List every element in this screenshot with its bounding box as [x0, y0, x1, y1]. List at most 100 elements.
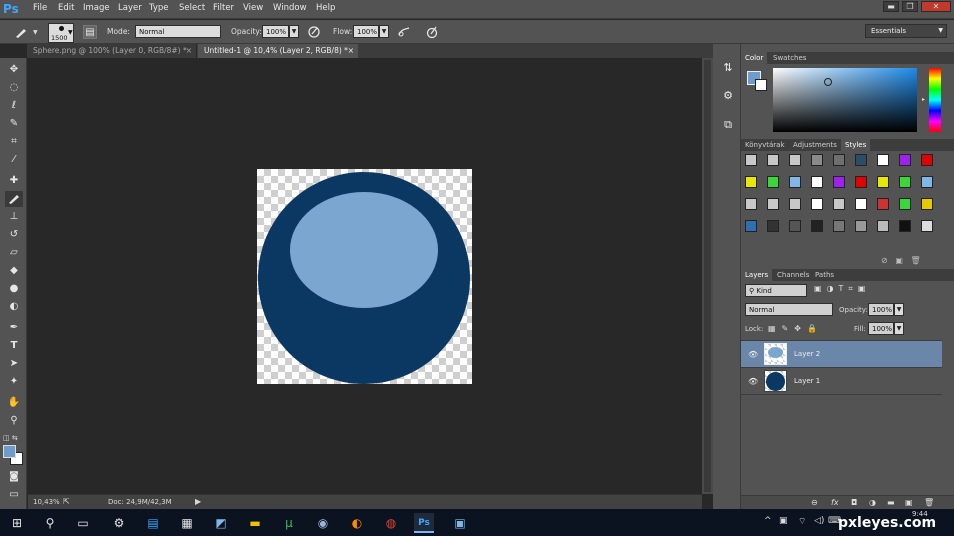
pressure-size-icon[interactable]	[425, 25, 439, 39]
flow-dropdown[interactable]: ▼	[379, 25, 389, 38]
style-preset[interactable]	[855, 220, 867, 232]
style-preset[interactable]	[833, 176, 845, 188]
opacity-dropdown[interactable]: ▼	[289, 25, 299, 38]
style-preset[interactable]	[833, 154, 845, 166]
zoom-level[interactable]: 10,43%	[33, 498, 60, 506]
quick-mask-icon[interactable]: ◙	[5, 469, 23, 485]
document-canvas[interactable]	[257, 169, 472, 384]
style-preset[interactable]	[899, 154, 911, 166]
tab-styles[interactable]: Styles	[841, 139, 871, 151]
layer-row-layer-1[interactable]: 👁 Layer 1	[741, 368, 942, 395]
tray-expand-icon[interactable]: ^	[764, 516, 772, 526]
workspace-switcher[interactable]: Essentials ▼	[865, 24, 947, 38]
style-preset[interactable]	[745, 176, 757, 188]
style-preset[interactable]	[855, 176, 867, 188]
type-tool-icon[interactable]: T	[5, 338, 23, 354]
style-preset[interactable]	[789, 176, 801, 188]
path-selection-tool-icon[interactable]: ➤	[5, 356, 23, 372]
adjustment-layer-icon[interactable]: ◑	[869, 498, 876, 507]
history-panel-icon[interactable]: ⇅	[720, 60, 736, 76]
style-preset[interactable]	[767, 198, 779, 210]
layer-opacity-input[interactable]: 100%	[868, 303, 894, 316]
menu-window[interactable]: Window	[273, 3, 307, 13]
utorrent-icon[interactable]: µ	[279, 513, 299, 533]
style-preset[interactable]	[833, 198, 845, 210]
fill-input[interactable]: 100%	[868, 322, 894, 335]
menu-select[interactable]: Select	[179, 3, 205, 13]
task-view-icon[interactable]: ▭	[73, 513, 93, 533]
history-brush-tool-icon[interactable]: ↺	[5, 227, 23, 243]
tab-sphere[interactable]: Sphere.png @ 100% (Layer 0, RGB/8#) * ×	[27, 44, 197, 58]
style-preset[interactable]	[899, 198, 911, 210]
layer-kind-filter[interactable]: ⚲ Kind	[745, 284, 807, 297]
status-menu-icon[interactable]: ▶	[195, 497, 201, 506]
quick-selection-tool-icon[interactable]: ✎	[5, 116, 23, 132]
hand-tool-icon[interactable]: ✋	[5, 395, 23, 411]
store-icon[interactable]: ▤	[143, 513, 163, 533]
add-mask-icon[interactable]: ◘	[851, 498, 857, 507]
hue-slider[interactable]	[929, 68, 941, 132]
menu-layer[interactable]: Layer	[118, 3, 142, 13]
tab-layers[interactable]: Layers	[741, 269, 773, 281]
style-preset[interactable]	[877, 220, 889, 232]
style-preset[interactable]	[811, 176, 823, 188]
tab-swatches[interactable]: Swatches	[769, 52, 810, 64]
lasso-tool-icon[interactable]: ℓ	[5, 98, 23, 114]
minimize-button[interactable]: ▬	[883, 1, 899, 12]
close-button[interactable]: ✕	[921, 1, 951, 12]
style-preset[interactable]	[811, 154, 823, 166]
shape-tool-icon[interactable]: ✦	[5, 374, 23, 390]
brush-tool-preset-icon[interactable]	[14, 25, 28, 39]
visibility-eye-icon[interactable]: 👁	[748, 350, 758, 359]
new-layer-icon[interactable]: ▣	[905, 498, 913, 507]
default-colors-icon[interactable]: ◫ ⇆	[3, 434, 18, 442]
menu-image[interactable]: Image	[83, 3, 110, 13]
menu-file[interactable]: File	[33, 3, 47, 13]
style-preset[interactable]	[789, 154, 801, 166]
restore-button[interactable]: ❐	[902, 1, 918, 12]
marquee-tool-icon[interactable]: ◌	[5, 80, 23, 96]
style-preset[interactable]	[745, 154, 757, 166]
search-icon[interactable]: ⚲	[40, 513, 60, 533]
menu-filter[interactable]: Filter	[213, 3, 234, 13]
opacity-input[interactable]: 100%	[262, 25, 289, 38]
style-preset[interactable]	[921, 198, 933, 210]
menu-help[interactable]: Help	[316, 3, 335, 13]
photos-icon[interactable]: ▣	[450, 513, 470, 533]
link-layers-icon[interactable]: ⊖	[811, 498, 818, 507]
style-preset[interactable]	[877, 198, 889, 210]
style-preset[interactable]	[855, 198, 867, 210]
tray-network-icon[interactable]: ⌔	[798, 516, 806, 527]
visibility-eye-icon[interactable]: 👁	[748, 377, 758, 386]
airbrush-icon[interactable]	[397, 25, 411, 39]
style-preset[interactable]	[789, 198, 801, 210]
style-preset[interactable]	[811, 220, 823, 232]
style-preset[interactable]	[811, 198, 823, 210]
chevron-down-icon[interactable]: ▼	[68, 29, 73, 36]
style-preset[interactable]	[767, 220, 779, 232]
style-preset[interactable]	[789, 220, 801, 232]
globe-app-icon[interactable]: ◉	[313, 513, 333, 533]
layer-blend-mode[interactable]: Normal	[745, 303, 833, 316]
style-preset[interactable]	[921, 154, 933, 166]
new-group-icon[interactable]: ▬	[887, 498, 895, 507]
brush-panel-toggle-icon[interactable]: ▤	[83, 25, 97, 39]
properties-panel-icon[interactable]: ⚙	[720, 88, 736, 104]
foreground-color-swatch[interactable]	[3, 445, 16, 458]
style-preset[interactable]	[855, 154, 867, 166]
tab-konyvtarak[interactable]: Könyvtárak	[741, 139, 789, 151]
photoshop-taskbar-icon[interactable]: Ps	[414, 513, 434, 533]
zoom-tool-icon[interactable]: ⚲	[5, 413, 23, 429]
layer-filter-icons[interactable]: ▣◑T⌗▣	[814, 284, 871, 294]
style-preset[interactable]	[899, 176, 911, 188]
color-panel-background[interactable]	[755, 79, 767, 91]
style-preset[interactable]	[877, 154, 889, 166]
style-preset[interactable]	[921, 220, 933, 232]
pen-tool-icon[interactable]: ✒	[5, 320, 23, 336]
notes-app-icon[interactable]: ◩	[211, 513, 231, 533]
blur-tool-icon[interactable]: ●	[5, 281, 23, 297]
menu-type[interactable]: Type	[149, 3, 169, 13]
tab-paths[interactable]: Paths	[811, 269, 838, 281]
menu-view[interactable]: View	[243, 3, 263, 13]
color-field[interactable]	[773, 68, 917, 132]
